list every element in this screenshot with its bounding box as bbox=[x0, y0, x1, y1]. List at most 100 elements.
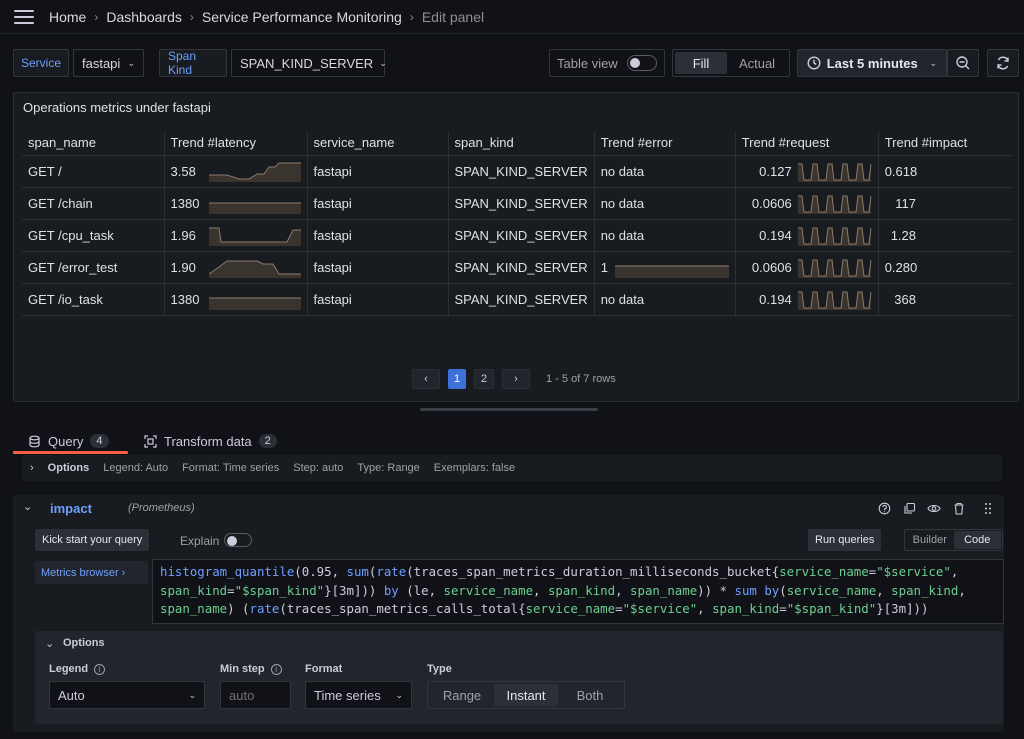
span-kind-variable-label: Span Kind bbox=[159, 49, 227, 77]
latency-value: 3.58 bbox=[170, 163, 196, 179]
min-step-input[interactable]: auto bbox=[220, 681, 291, 709]
page-1-button[interactable]: 1 bbox=[448, 369, 466, 389]
impact-cell: 368 bbox=[877, 283, 1012, 316]
eye-icon[interactable] bbox=[927, 502, 941, 515]
span-name-cell: GET / bbox=[22, 155, 164, 188]
chevron-down-icon[interactable]: ⌄ bbox=[45, 637, 54, 650]
latency-value: 1.90 bbox=[170, 259, 196, 275]
breadcrumb-home[interactable]: Home bbox=[49, 9, 86, 25]
trash-icon[interactable] bbox=[953, 502, 965, 515]
column-header[interactable]: Trend #impact bbox=[877, 131, 1012, 156]
transform-icon bbox=[144, 434, 157, 448]
table-view-switch[interactable] bbox=[627, 55, 657, 71]
span-kind-select[interactable]: SPAN_KIND_SERVER ⌄ bbox=[231, 49, 387, 77]
query-options-toggle[interactable]: Options bbox=[63, 637, 105, 649]
query-row-header: ⌄ impact (Prometheus) bbox=[13, 495, 1004, 522]
table-view-toggle[interactable]: Table view bbox=[549, 49, 665, 77]
resize-handle[interactable] bbox=[420, 408, 598, 411]
error-cell: no data bbox=[593, 187, 736, 220]
latency-value: 1380 bbox=[170, 291, 200, 307]
type-option-range[interactable]: Range bbox=[430, 688, 494, 703]
column-header[interactable]: span_kind bbox=[447, 131, 595, 156]
menu-icon[interactable] bbox=[14, 10, 34, 24]
request-sparkline bbox=[797, 227, 872, 246]
latency-cell: 3.58 bbox=[163, 155, 307, 188]
impact-cell: 0.618 bbox=[877, 155, 1012, 188]
metrics-browser-button[interactable]: Metrics browser › bbox=[35, 561, 148, 584]
options-format: Format: Time series bbox=[182, 462, 280, 474]
kick-start-button[interactable]: Kick start your query bbox=[35, 529, 150, 551]
page-2-button[interactable]: 2 bbox=[474, 369, 494, 389]
column-header[interactable]: Trend #latency bbox=[163, 131, 307, 156]
request-value: 0.127 bbox=[759, 163, 792, 179]
top-bar: Home › Dashboards › Service Performance … bbox=[0, 0, 1024, 34]
duplicate-icon[interactable] bbox=[903, 502, 916, 515]
latency-sparkline bbox=[208, 297, 301, 310]
database-icon bbox=[29, 435, 40, 447]
prev-query-options-row[interactable]: › Options Legend: Auto Format: Time seri… bbox=[22, 455, 1002, 481]
latency-cell: 1380 bbox=[163, 283, 307, 316]
promql-query-editor[interactable]: histogram_quantile(0.95, sum(rate(traces… bbox=[152, 559, 1004, 624]
info-icon[interactable]: i bbox=[270, 663, 282, 675]
latency-value: 1.96 bbox=[170, 227, 196, 243]
code-mode-option[interactable]: Code bbox=[953, 531, 1001, 549]
latency-sparkline bbox=[208, 162, 301, 182]
request-sparkline bbox=[797, 195, 872, 214]
fill-option[interactable]: Fill bbox=[675, 52, 727, 74]
column-header[interactable]: span_name bbox=[22, 131, 164, 156]
format-field-label: Format bbox=[305, 663, 342, 675]
span-name-cell: GET /chain bbox=[22, 187, 164, 220]
options-toggle[interactable]: Options bbox=[48, 462, 90, 474]
time-range-picker[interactable]: Last 5 minutes ⌄ bbox=[797, 49, 947, 77]
chevron-down-icon[interactable]: ⌄ bbox=[23, 500, 32, 513]
span-kind-cell: SPAN_KIND_SERVER bbox=[447, 251, 595, 284]
breadcrumb-dashboard[interactable]: Service Performance Monitoring bbox=[202, 9, 402, 25]
legend-select[interactable]: Auto ⌄ bbox=[49, 681, 205, 709]
format-select[interactable]: Time series ⌄ bbox=[305, 681, 412, 709]
table-row: GET /cpu_task 1.96 fastapi SPAN_KIND_SER… bbox=[22, 219, 1012, 252]
tab-transform-label: Transform data bbox=[164, 433, 252, 449]
request-value: 0.0606 bbox=[751, 195, 792, 211]
tab-transform[interactable]: Transform data 2 bbox=[144, 428, 277, 454]
next-page-button[interactable]: › bbox=[502, 369, 530, 389]
column-header[interactable]: Trend #error bbox=[593, 131, 736, 156]
min-step-placeholder: auto bbox=[229, 687, 255, 703]
type-option-instant[interactable]: Instant bbox=[494, 684, 558, 706]
help-icon[interactable] bbox=[878, 502, 891, 515]
prev-page-button[interactable]: ‹ bbox=[412, 369, 440, 389]
builder-mode-option[interactable]: Builder bbox=[906, 534, 954, 546]
request-sparkline bbox=[797, 291, 872, 310]
explain-switch[interactable] bbox=[224, 533, 252, 547]
table-row: GET /io_task 1380 fastapi SPAN_KIND_SERV… bbox=[22, 283, 1012, 316]
drag-handle-icon[interactable] bbox=[984, 502, 992, 515]
request-sparkline bbox=[797, 163, 872, 182]
error-cell: no data bbox=[593, 219, 736, 252]
service-name-cell: fastapi bbox=[306, 283, 448, 316]
run-queries-button[interactable]: Run queries bbox=[808, 529, 882, 551]
zoom-out-button[interactable] bbox=[947, 49, 979, 77]
chevron-down-icon: ⌄ bbox=[395, 689, 403, 700]
request-cell: 0.0606 bbox=[734, 251, 879, 284]
latency-sparkline bbox=[208, 260, 301, 278]
time-range-value: Last 5 minutes bbox=[826, 55, 918, 71]
span-name-cell: GET /cpu_task bbox=[22, 219, 164, 252]
refresh-button[interactable] bbox=[987, 49, 1019, 77]
service-select[interactable]: fastapi ⌄ bbox=[73, 49, 144, 77]
type-option-both[interactable]: Both bbox=[558, 688, 622, 703]
query-name[interactable]: impact bbox=[50, 501, 92, 516]
editor-mode-toggle: Builder Code bbox=[904, 529, 1003, 551]
query-options-section bbox=[35, 631, 1003, 724]
latency-sparkline bbox=[208, 202, 301, 214]
latency-cell: 1380 bbox=[163, 187, 307, 220]
legend-select-value: Auto bbox=[58, 687, 85, 703]
actual-option[interactable]: Actual bbox=[727, 52, 787, 74]
chevron-right-icon: › bbox=[94, 10, 99, 24]
span-kind-select-value: SPAN_KIND_SERVER bbox=[240, 55, 374, 71]
request-value: 0.194 bbox=[759, 227, 792, 243]
panel-preview: Operations metrics under fastapi span_na… bbox=[13, 92, 1019, 402]
info-icon[interactable]: i bbox=[94, 663, 106, 675]
request-cell: 0.127 bbox=[734, 155, 879, 188]
column-header[interactable]: service_name bbox=[306, 131, 448, 156]
breadcrumb-dashboards[interactable]: Dashboards bbox=[106, 9, 182, 25]
column-header[interactable]: Trend #request bbox=[734, 131, 879, 156]
